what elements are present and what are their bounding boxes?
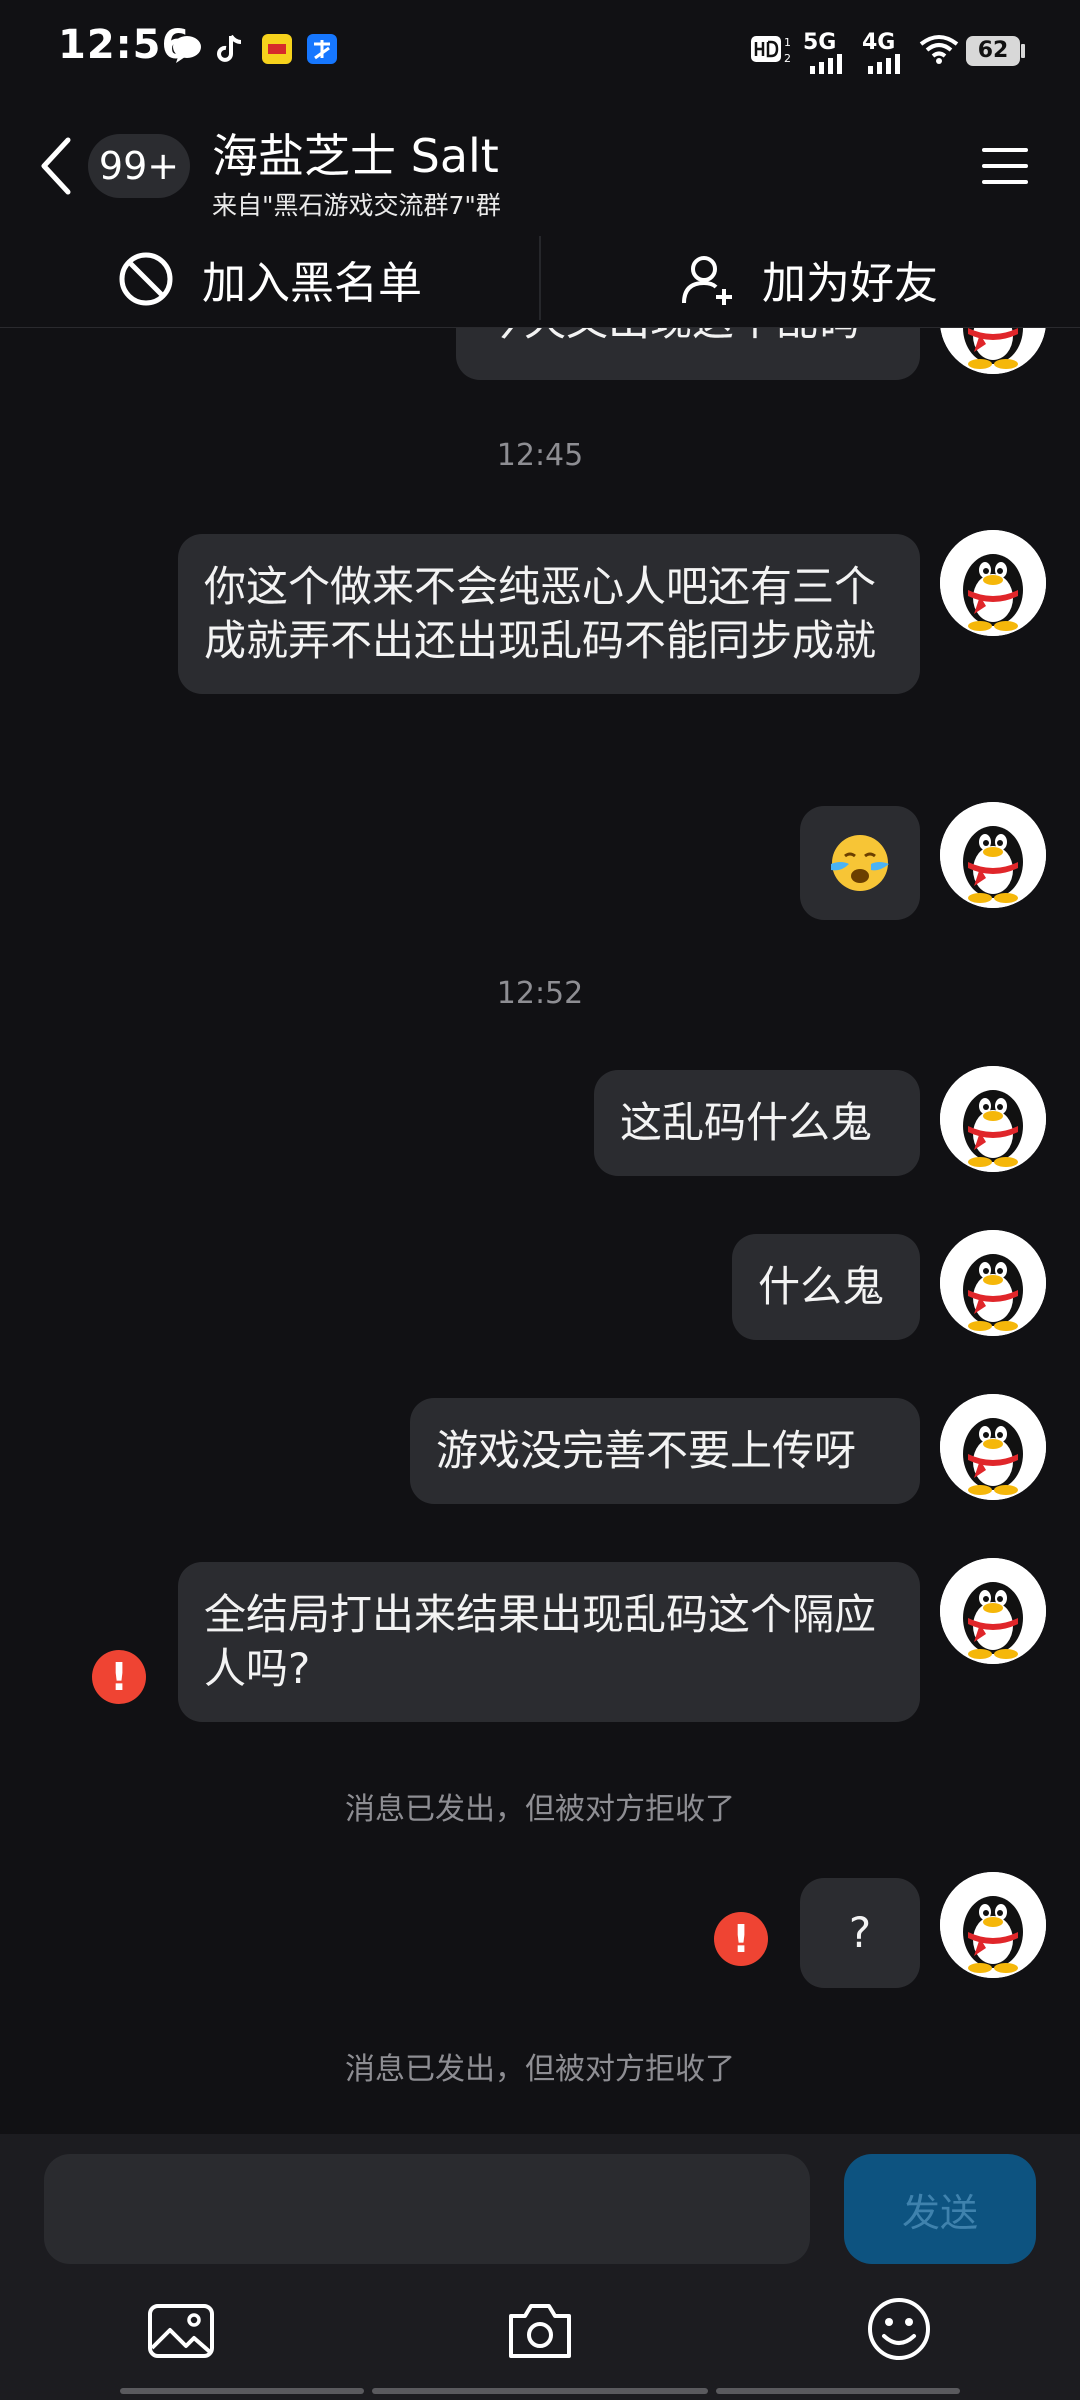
status-bar: 12:56 1 2 5G 4G 62 bbox=[0, 0, 1080, 100]
block-icon bbox=[119, 252, 173, 306]
timestamp: 12:52 bbox=[496, 976, 584, 1011]
avatar[interactable] bbox=[940, 328, 1046, 374]
battery-icon: 62 bbox=[966, 36, 1020, 66]
action-divider bbox=[539, 236, 541, 320]
send-button[interactable]: 发送 bbox=[844, 2154, 1036, 2264]
chat-messages[interactable]: 今天又出现这个乱码 12:45 你这个做来不会纯恶心人吧还有三个成就弄不出还出现… bbox=[0, 328, 1080, 2134]
avatar[interactable] bbox=[940, 1066, 1046, 1172]
avatar[interactable] bbox=[940, 1872, 1046, 1978]
message-bubble[interactable]: 这乱码什么鬼 bbox=[594, 1070, 920, 1176]
avatar[interactable] bbox=[940, 802, 1046, 908]
add-friend-label: 加为好友 bbox=[762, 258, 938, 309]
send-failed-icon[interactable]: ! bbox=[92, 1650, 146, 1704]
signal-icon-2 bbox=[868, 54, 900, 74]
alipay-notification-icon bbox=[307, 34, 337, 64]
chat-title: 海盐芝士 Salt bbox=[212, 129, 499, 183]
timestamp: 12:45 bbox=[496, 438, 584, 473]
app-notification-icon bbox=[262, 34, 292, 64]
message-bubble[interactable]: 今天又出现这个乱码 bbox=[456, 328, 920, 380]
message-text: 游戏没完善不要上传呀 bbox=[436, 1426, 857, 1475]
emoji-icon[interactable] bbox=[866, 2296, 932, 2362]
svg-text:1: 1 bbox=[784, 36, 791, 49]
menu-icon[interactable] bbox=[980, 144, 1030, 188]
message-text: 这乱码什么鬼 bbox=[620, 1098, 873, 1147]
chat-subtitle: 来自"黑石游戏交流群7"群 bbox=[212, 191, 501, 220]
rejected-notice: 消息已发出，但被对方拒收了 bbox=[345, 2052, 735, 2087]
wifi-icon bbox=[919, 35, 959, 64]
add-user-icon bbox=[682, 256, 732, 305]
avatar[interactable] bbox=[940, 530, 1046, 636]
message-text: 全结局打出来结果出现乱码这个隔应人吗? bbox=[204, 1590, 877, 1693]
svg-text:2: 2 bbox=[784, 52, 791, 65]
unread-count-badge[interactable]: 99+ bbox=[88, 134, 190, 198]
emoji-bubble[interactable]: 😭 bbox=[800, 806, 920, 920]
battery-level: 62 bbox=[977, 38, 1009, 63]
signal-icon-1 bbox=[810, 54, 842, 74]
battery-tip bbox=[1021, 44, 1025, 58]
message-text: 你这个做来不会纯恶心人吧还有三个成就弄不出还出现乱码不能同步成就 bbox=[204, 562, 877, 665]
image-icon[interactable] bbox=[146, 2300, 216, 2362]
rejected-notice: 消息已发出，但被对方拒收了 bbox=[345, 1792, 735, 1827]
back-arrow-icon[interactable] bbox=[36, 136, 76, 196]
hd-icon: 1 2 bbox=[751, 36, 791, 65]
message-text: 什么鬼 bbox=[758, 1262, 885, 1311]
gesture-bar-segment bbox=[372, 2388, 708, 2394]
gesture-bar-segment bbox=[716, 2388, 960, 2394]
avatar[interactable] bbox=[940, 1558, 1046, 1664]
crying-face-icon bbox=[831, 835, 889, 891]
avatar[interactable] bbox=[940, 1230, 1046, 1336]
avatar[interactable] bbox=[940, 1394, 1046, 1500]
block-button[interactable]: 加入黑名单 bbox=[118, 230, 422, 328]
message-notification-icon bbox=[173, 36, 201, 63]
tiktok-notification-icon bbox=[217, 34, 242, 62]
message-bubble[interactable]: 什么鬼 bbox=[732, 1234, 920, 1340]
message-bubble[interactable]: 游戏没完善不要上传呀 bbox=[410, 1398, 920, 1504]
add-friend-button[interactable]: 加为好友 bbox=[680, 230, 938, 328]
message-text: 今天又出现这个乱码 bbox=[482, 328, 860, 345]
message-bubble[interactable]: 你这个做来不会纯恶心人吧还有三个成就弄不出还出现乱码不能同步成就 bbox=[178, 534, 920, 694]
block-label: 加入黑名单 bbox=[202, 258, 422, 309]
camera-icon[interactable] bbox=[505, 2300, 575, 2362]
message-input[interactable] bbox=[44, 2154, 810, 2264]
send-failed-icon[interactable]: ! bbox=[714, 1912, 768, 1966]
gesture-bar-segment bbox=[120, 2388, 364, 2394]
message-bubble[interactable]: ? bbox=[800, 1878, 920, 1988]
message-text: ? bbox=[848, 1908, 872, 1957]
message-bubble[interactable]: 全结局打出来结果出现乱码这个隔应人吗? bbox=[178, 1562, 920, 1722]
